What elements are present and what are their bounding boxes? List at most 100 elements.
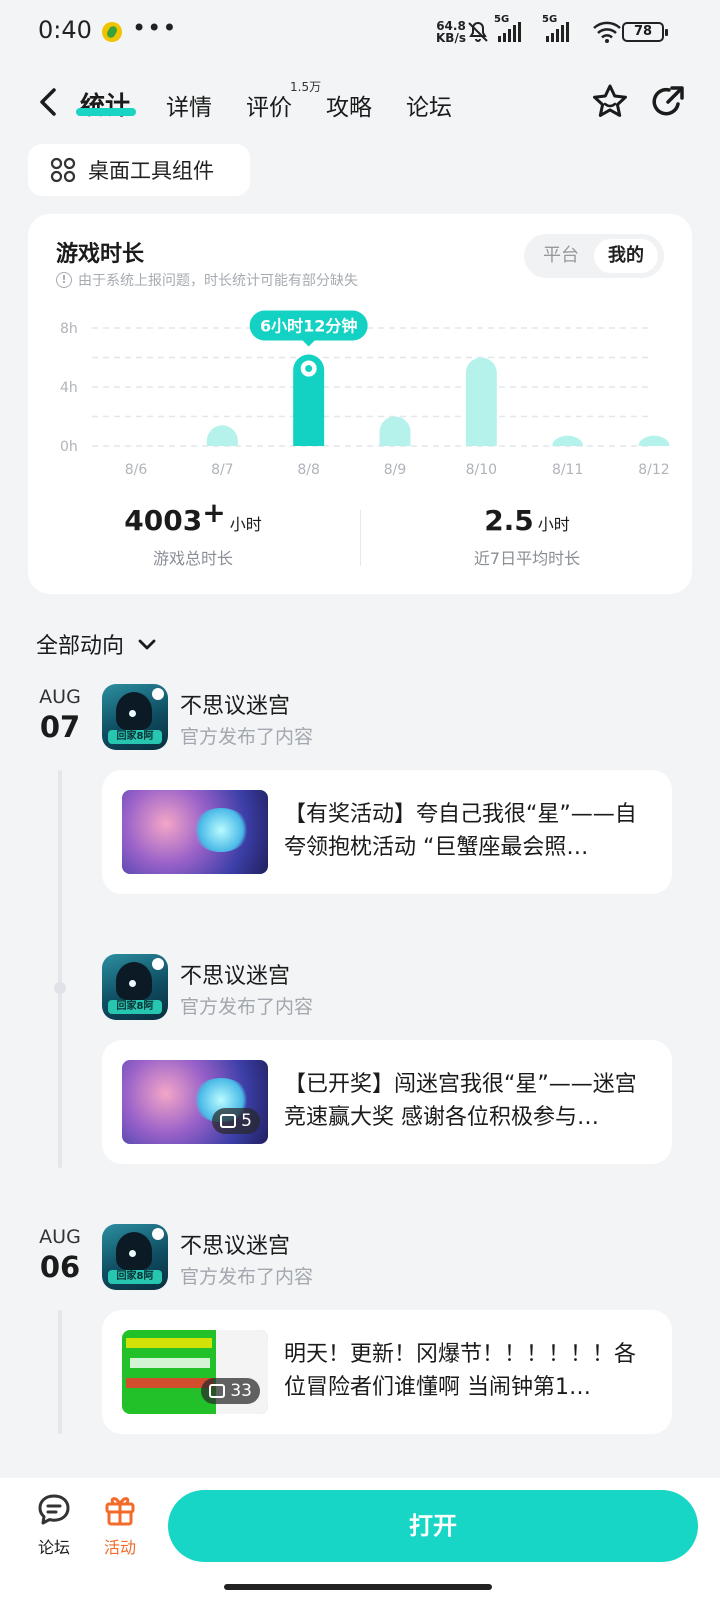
average-time-value: 2.5 (484, 504, 534, 537)
play-time-note: ! 由于系统上报问题，时长统计可能有部分缺失 (56, 270, 358, 290)
share-icon[interactable] (648, 82, 688, 122)
image-count-badge: 5 (212, 1108, 260, 1134)
mute-icon (468, 21, 488, 42)
post-thumbnail (122, 790, 268, 874)
chart-y-tick-label: 8h (60, 321, 78, 337)
image-count-badge: 33 (201, 1378, 260, 1404)
signal-1-label: 5G (494, 14, 510, 25)
game-icon[interactable]: 回家8阿 (102, 684, 168, 750)
post-action-text: 官方发布了内容 (180, 726, 314, 748)
total-time-plus: + (202, 496, 226, 529)
chart-tooltip-pointer (302, 340, 315, 347)
signal-2-label: 5G (542, 14, 558, 25)
grid-icon (50, 157, 76, 183)
game-name[interactable]: 不思议迷宫 (180, 688, 290, 720)
tab-active-indicator (76, 108, 136, 116)
chart-tooltip-text: 6小时12分钟 (260, 317, 357, 336)
play-time-chart: 8h 4h 0h 8/6 8/7 6小时12分钟 8/8 8/9 8/10 8/11 8/12 (60, 310, 670, 478)
chart-y-tick-label: 4h (60, 380, 78, 396)
chart-bar-marker-dot (305, 365, 313, 373)
scope-segmented-control: 平台 我的 (524, 234, 664, 278)
image-icon (209, 1384, 226, 1398)
post-title: 【有奖活动】夸自己我很“星”——自夸领抱枕活动 “巨蟹座最会照… (284, 802, 637, 860)
tab-reviews[interactable]: 评价 (246, 88, 292, 122)
date-day: 06 (39, 1250, 81, 1284)
post-card[interactable]: 33 明天！更新！冈爆节！！！！！！各位冒险者们谁懂啊 当闹钟第1… (102, 1310, 672, 1434)
reviews-count-badge: 1.5万 (290, 80, 322, 94)
signal-1-icon: 5G (494, 14, 521, 42)
forum-nav-label: 论坛 (37, 1538, 70, 1557)
chart-bar (206, 425, 238, 446)
game-name[interactable]: 不思议迷宫 (180, 958, 290, 990)
post-thumbnail: 5 (122, 1060, 268, 1144)
feed-filter-dropdown[interactable]: 全部动向 (36, 628, 158, 660)
bottom-action-bar: 论坛 活动 打开 (0, 1478, 720, 1600)
average-time-unit: 小时 (537, 515, 570, 534)
wifi-icon (593, 21, 621, 43)
date-marker: AUG 07 (30, 686, 90, 744)
total-time-value: 4003 (124, 504, 203, 537)
post-title: 明天！更新！冈爆节！！！！！！各位冒险者们谁懂啊 当闹钟第1… (284, 1342, 637, 1400)
date-month: AUG (39, 686, 81, 708)
status-time: 0:40 (38, 16, 92, 44)
summary-divider (360, 510, 361, 566)
chart-x-tick-label: 8/6 (125, 462, 148, 478)
image-icon (220, 1114, 237, 1128)
date-day: 07 (39, 710, 81, 744)
game-icon-tag: 回家8阿 (108, 1270, 162, 1284)
more-notifications-icon: ••• (132, 14, 178, 42)
date-marker: AUG 06 (30, 1226, 90, 1284)
chart-bar (552, 435, 584, 446)
chart-y-tick-label: 0h (60, 439, 78, 455)
home-indicator[interactable] (224, 1584, 492, 1590)
date-month: AUG (39, 1226, 81, 1248)
gift-icon (105, 1497, 135, 1526)
feed-filter-label: 全部动向 (36, 634, 125, 659)
desktop-widget-label: 桌面工具组件 (88, 159, 214, 183)
network-speed-unit: KB/s (436, 31, 466, 45)
chart-x-tick-label: 8/9 (384, 462, 407, 478)
image-count: 5 (241, 1111, 252, 1131)
game-icon[interactable]: 回家8阿 (102, 954, 168, 1020)
post-card[interactable]: 5 【已开奖】闯迷宫我很“星”——迷宫竞速赢大奖 感谢各位积极参与… (102, 1040, 672, 1164)
forum-icon (38, 1494, 70, 1525)
post-title: 【已开奖】闯迷宫我很“星”——迷宫竞速赢大奖 感谢各位积极参与… (284, 1072, 637, 1130)
desktop-widget-button[interactable]: 桌面工具组件 (28, 144, 250, 196)
chart-bar (638, 435, 670, 446)
chart-x-tick-label: 8/11 (552, 462, 583, 478)
tab-details[interactable]: 详情 (166, 88, 212, 122)
total-time-label: 游戏总时长 (152, 549, 233, 568)
chart-x-tick-label: 8/12 (638, 462, 669, 478)
total-time-unit: 小时 (229, 515, 262, 534)
game-icon[interactable]: 回家8阿 (102, 1224, 168, 1290)
game-icon-tag: 回家8阿 (108, 730, 162, 744)
play-time-card: 游戏时长 ! 由于系统上报问题，时长统计可能有部分缺失 平台 我的 8h 4h 0h… (28, 214, 692, 594)
chart-x-tick-label: 8/10 (466, 462, 497, 478)
network-speed: 64.8 KB/s (436, 20, 466, 44)
post-card[interactable]: 【有奖活动】夸自己我很“星”——自夸领抱枕活动 “巨蟹座最会照… (102, 770, 672, 894)
segment-mine[interactable]: 我的 (594, 239, 658, 273)
forum-nav-button[interactable]: 论坛 (24, 1492, 84, 1558)
chart-bar (379, 416, 411, 446)
tab-stats[interactable]: 统计 (80, 86, 130, 122)
game-icon-tag: 回家8阿 (108, 1000, 162, 1014)
timeline-line (58, 1310, 62, 1434)
timeline-line (58, 770, 62, 1168)
open-game-button[interactable]: 打开 (168, 1490, 698, 1562)
tab-guides[interactable]: 攻略 (326, 88, 372, 122)
post-action-text: 官方发布了内容 (180, 1266, 314, 1288)
play-time-note-text: 由于系统上报问题，时长统计可能有部分缺失 (78, 273, 358, 289)
segment-platform[interactable]: 平台 (530, 239, 592, 273)
activity-nav-button[interactable]: 活动 (90, 1492, 150, 1558)
chart-x-tick-label: 8/8 (297, 462, 320, 478)
game-name[interactable]: 不思议迷宫 (180, 1228, 290, 1260)
back-icon[interactable] (30, 82, 66, 122)
post-action-text: 官方发布了内容 (180, 996, 314, 1018)
chevron-down-icon (138, 639, 156, 650)
star-icon[interactable] (590, 82, 630, 122)
tab-forum[interactable]: 论坛 (406, 88, 452, 122)
info-icon: ! (56, 272, 72, 288)
post-thumbnail: 33 (122, 1330, 268, 1414)
activity-nav-label: 活动 (103, 1538, 136, 1557)
battery-indicator: 78 (622, 22, 668, 42)
